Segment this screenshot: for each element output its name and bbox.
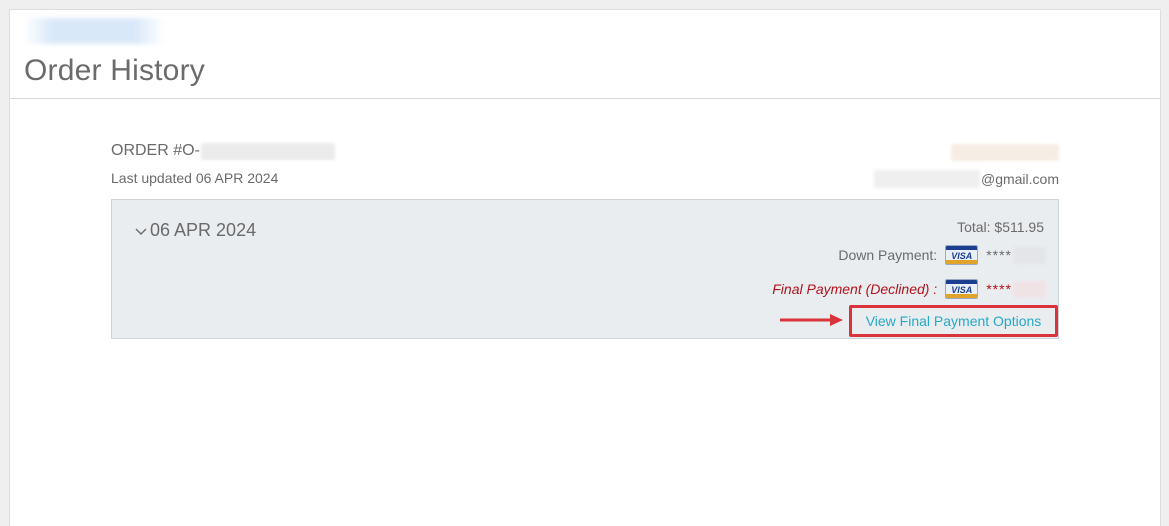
- order-date: 06 APR 2024: [150, 220, 257, 240]
- final-payment-row: Final Payment (Declined) : VISA ****: [772, 279, 1046, 299]
- header-divider: [10, 98, 1160, 99]
- visa-card-icon: VISA: [945, 279, 979, 299]
- last-updated: Last updated 06 APR 2024: [111, 170, 279, 186]
- down-payment-digits-redacted: [1013, 246, 1046, 264]
- email-user-redacted: [873, 170, 980, 188]
- arrow-right-icon: [780, 314, 843, 326]
- final-payment-label: Final Payment (Declined) :: [772, 281, 938, 297]
- view-final-payment-options-link[interactable]: View Final Payment Options: [852, 308, 1055, 334]
- down-payment-row: Down Payment: VISA ****: [838, 245, 1046, 265]
- page-title: Order History: [24, 54, 205, 87]
- view-options-highlight: View Final Payment Options: [849, 305, 1058, 337]
- order-header: ORDER #O- Last updated 06 APR 2024 @gmai…: [111, 142, 1059, 192]
- customer-name-redacted: [951, 144, 1059, 161]
- order-number-prefix: ORDER #O-: [111, 142, 200, 159]
- order-date-toggle[interactable]: 06 APR 2024: [134, 220, 256, 241]
- chevron-down-icon: [135, 228, 147, 235]
- breadcrumb[interactable]: [24, 18, 164, 44]
- down-payment-masked-number: ****: [986, 247, 1012, 263]
- final-payment-masked-number: ****: [986, 281, 1012, 297]
- customer-email: @gmail.com: [873, 170, 1059, 188]
- down-payment-label: Down Payment:: [838, 247, 938, 263]
- order-number: ORDER #O-: [111, 142, 335, 160]
- email-domain: @gmail.com: [980, 171, 1059, 187]
- order-history-card: Order History ORDER #O- Last updated 06 …: [9, 9, 1161, 526]
- visa-card-icon: VISA: [945, 245, 979, 265]
- final-payment-digits-redacted: [1013, 280, 1046, 298]
- order-number-redacted: [200, 142, 335, 160]
- order-total: Total: $511.95: [957, 219, 1044, 235]
- order-detail-panel: 06 APR 2024 Total: $511.95 Down Payment:…: [111, 199, 1059, 339]
